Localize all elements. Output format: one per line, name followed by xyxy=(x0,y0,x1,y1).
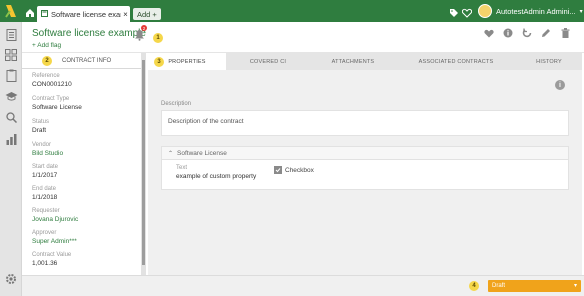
field-label: Contract Value xyxy=(32,252,72,258)
bar-chart-icon[interactable] xyxy=(4,132,18,146)
field-label: Status xyxy=(32,119,50,125)
field-value: 1,001.36 xyxy=(32,260,58,267)
refresh-icon[interactable] xyxy=(522,28,532,38)
field-start-date: Start date 1/1/2017 xyxy=(32,164,58,179)
clipboard-icon[interactable] xyxy=(4,68,18,82)
annotation-marker-2: 2 xyxy=(42,56,52,66)
top-bar: Software license example × Add + Autotes… xyxy=(0,0,584,22)
field-value: 1/1/2018 xyxy=(32,194,58,201)
status-value: Draft xyxy=(492,283,506,289)
contract-info-panel: CONTRACT INFO 2 Reference CON0001210 Con… xyxy=(22,53,142,275)
notification-badge: 2 xyxy=(141,25,147,31)
content-tabs: PROPERTIES COVERED CI ATTACHMENTS ASSOCI… xyxy=(148,53,582,70)
requester-link[interactable]: Jovana Djurovic xyxy=(32,216,78,223)
description-label: Description xyxy=(161,101,192,107)
field-approver: Approver Super Admin*** xyxy=(32,230,77,245)
properties-panel: i Description Description of the contrac… xyxy=(148,70,582,275)
text-value: example of custom property xyxy=(176,173,257,180)
field-reference: Reference CON0001210 xyxy=(32,73,72,88)
graduation-cap-icon[interactable] xyxy=(4,89,18,103)
field-label: Requester xyxy=(32,208,60,214)
field-vendor: Vendor Bild Studio xyxy=(32,142,63,157)
heart-icon[interactable] xyxy=(461,5,473,23)
annotation-marker-4: 4 xyxy=(469,281,479,291)
field-value: 1/1/2017 xyxy=(32,172,58,179)
delete-trash-icon[interactable] xyxy=(560,28,570,38)
chevron-down-icon: ▾ xyxy=(573,283,577,289)
edit-pencil-icon[interactable] xyxy=(541,28,551,38)
section-header[interactable]: ⌃ Software License xyxy=(162,147,568,160)
footer-bar: 4 Draft ▾ xyxy=(22,275,584,296)
field-label: Start date xyxy=(32,164,59,170)
info-icon[interactable] xyxy=(503,28,513,38)
field-label: Vendor xyxy=(32,142,52,148)
status-dropdown[interactable]: Draft ▾ xyxy=(488,280,581,292)
annotation-marker-3: 3 xyxy=(154,57,164,67)
tag-icon[interactable] xyxy=(449,5,459,23)
field-label: Reference xyxy=(32,73,60,79)
grid-icon[interactable] xyxy=(4,48,18,62)
approver-link[interactable]: Super Admin*** xyxy=(32,238,77,245)
field-contract-type: Contract Type Software License xyxy=(32,96,82,111)
tab-title: Software license example xyxy=(51,9,121,19)
sidebar-scrollbar[interactable] xyxy=(141,53,146,275)
annotation-marker-1: 1 xyxy=(153,33,163,43)
field-label: Approver xyxy=(32,230,57,236)
tab-history[interactable]: HISTORY xyxy=(516,53,582,70)
field-requester: Requester Jovana Djurovic xyxy=(32,208,78,223)
app-logo[interactable] xyxy=(0,0,22,22)
field-status: Status Draft xyxy=(32,119,49,134)
description-field[interactable]: Description of the contract xyxy=(161,110,569,136)
home-icon[interactable] xyxy=(24,6,36,20)
record-header: Software license example + Add flag 2 1 xyxy=(22,22,584,53)
record-actions xyxy=(484,28,570,38)
chevron-up-icon: ⌃ xyxy=(168,150,174,157)
contract-info-header: CONTRACT INFO xyxy=(22,53,142,69)
user-name: AutotestAdmin Admini... xyxy=(496,6,576,16)
favorite-heart-icon[interactable] xyxy=(484,28,494,38)
close-tab-icon[interactable]: × xyxy=(121,10,130,19)
avatar xyxy=(478,4,492,18)
scrollbar-thumb[interactable] xyxy=(142,60,145,265)
search-icon[interactable] xyxy=(4,110,18,124)
checkbox-property: Checkbox xyxy=(274,166,314,174)
checkbox-label: Checkbox xyxy=(285,166,314,174)
tab-attachments[interactable]: ATTACHMENTS xyxy=(310,53,396,70)
field-contract-value: Contract Value 1,001.36 xyxy=(32,252,71,267)
field-end-date: End date 1/1/2018 xyxy=(32,186,57,201)
left-navigation xyxy=(0,22,22,296)
page-title: Software license example xyxy=(32,28,146,39)
tab-associated-contracts[interactable]: ASSOCIATED CONTRACTS xyxy=(396,53,516,70)
field-label: Contract Type xyxy=(32,96,70,102)
field-value: Draft xyxy=(32,127,47,134)
tab-software-license[interactable]: Software license example × xyxy=(37,6,130,22)
document-icon[interactable] xyxy=(4,28,18,42)
add-tab-button[interactable]: Add + xyxy=(133,8,161,20)
field-label: End date xyxy=(32,186,57,192)
section-title: Software License xyxy=(177,149,227,157)
vendor-link[interactable]: Bild Studio xyxy=(32,150,63,157)
text-property: Text example of custom property xyxy=(176,165,256,180)
add-flag-link[interactable]: + Add flag xyxy=(32,42,61,49)
info-icon[interactable]: i xyxy=(555,80,565,90)
contract-icon xyxy=(41,9,48,19)
checkbox[interactable] xyxy=(274,166,282,174)
chevron-down-icon: ▾ xyxy=(579,8,583,15)
tab-covered-ci[interactable]: COVERED CI xyxy=(226,53,310,70)
field-value: Software License xyxy=(32,104,82,111)
user-menu[interactable]: AutotestAdmin Admini... ▾ xyxy=(478,3,583,19)
field-value: CON0001210 xyxy=(32,81,72,88)
text-label: Text xyxy=(176,165,188,171)
gear-icon[interactable] xyxy=(4,272,18,286)
software-license-section: ⌃ Software License Text example of custo… xyxy=(161,146,569,190)
